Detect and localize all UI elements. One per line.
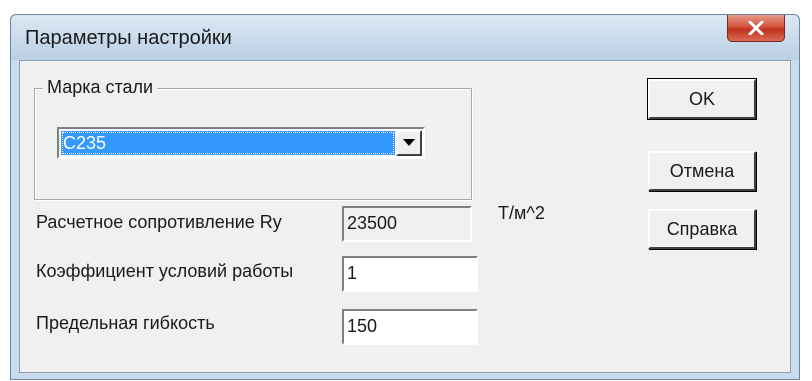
steel-grade-dropdown[interactable]: С235 — [57, 127, 425, 159]
cancel-button[interactable]: Отмена — [648, 151, 756, 191]
ok-button[interactable]: OK — [647, 78, 757, 120]
steel-grade-value[interactable]: С235 — [61, 131, 395, 155]
dialog-window: Параметры настройки Марка стали С235 Рас… — [10, 14, 800, 380]
close-button[interactable] — [727, 15, 785, 42]
steel-grade-group: Марка стали С235 — [34, 77, 472, 200]
work-coefficient-label: Коэффициент условий работы — [36, 261, 294, 281]
flexibility-input[interactable]: 150 — [342, 309, 478, 345]
flexibility-label: Предельная гибкость — [36, 313, 215, 333]
title-bar[interactable]: Параметры настройки — [11, 15, 799, 60]
resistance-label: Расчетное сопротивление Ry — [36, 212, 282, 232]
dialog-content: Марка стали С235 Расчетное сопротивление… — [19, 60, 791, 373]
window-title: Параметры настройки — [25, 27, 232, 49]
chevron-down-icon — [403, 139, 415, 146]
help-button[interactable]: Справка — [648, 209, 756, 249]
resistance-field: 23500 — [342, 206, 472, 242]
close-icon — [748, 21, 764, 35]
steel-grade-label: Марка стали — [43, 77, 158, 98]
resistance-unit: Т/м^2 — [498, 203, 545, 223]
dropdown-arrow-button[interactable] — [396, 130, 422, 156]
work-coefficient-input[interactable]: 1 — [342, 256, 478, 292]
